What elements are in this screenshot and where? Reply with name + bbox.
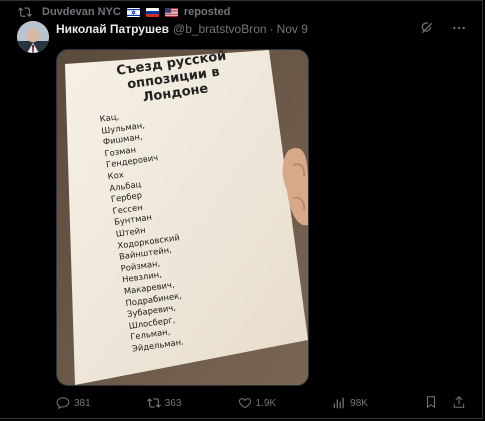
russia-flag-icon	[145, 7, 159, 17]
repost-context: Duvdevan NYC reposted	[18, 4, 231, 20]
bookmark-icon[interactable]	[424, 395, 438, 412]
share-icon[interactable]	[452, 395, 466, 412]
secondary-actions	[424, 395, 466, 412]
repost-user[interactable]: Duvdevan NYC	[42, 6, 121, 18]
separator-dot: ·	[269, 22, 274, 36]
usa-flag-icon	[164, 7, 178, 17]
repost-icon	[18, 7, 32, 17]
post-top-actions	[420, 21, 466, 40]
heart-icon	[238, 398, 251, 409]
post-image[interactable]: Съезд русской оппозиции в Лондоне Кац, Ш…	[56, 49, 309, 386]
reply-count: 381	[74, 397, 91, 409]
post-card[interactable]: Duvdevan NYC reposted Николай Патрушев @…	[0, 0, 483, 419]
post-action-bar: 381 363 1.9K 98K	[56, 394, 466, 412]
repost-label: reposted	[183, 6, 231, 18]
grok-icon[interactable]	[420, 21, 434, 40]
view-count: 98K	[350, 397, 368, 409]
like-button[interactable]: 1.9K	[238, 396, 277, 410]
reply-button[interactable]: 381	[56, 396, 91, 410]
post-header: Николай Патрушев @b_bratstvoBron · Nov 9	[56, 21, 308, 37]
views-button[interactable]: 98K	[332, 396, 368, 410]
like-count: 1.9K	[255, 397, 277, 409]
views-icon	[333, 397, 344, 409]
author-handle[interactable]: @b_bratstvoBron	[173, 22, 267, 36]
author-name[interactable]: Николай Патрушев	[56, 22, 169, 36]
israel-flag-icon	[126, 7, 140, 17]
more-icon[interactable]	[452, 21, 466, 40]
repost-count: 363	[164, 397, 182, 409]
reply-icon	[56, 397, 70, 410]
repost-icon	[146, 398, 161, 408]
repost-button[interactable]: 363	[146, 396, 182, 410]
avatar[interactable]	[17, 21, 49, 53]
post-timestamp[interactable]: Nov 9	[277, 22, 308, 36]
